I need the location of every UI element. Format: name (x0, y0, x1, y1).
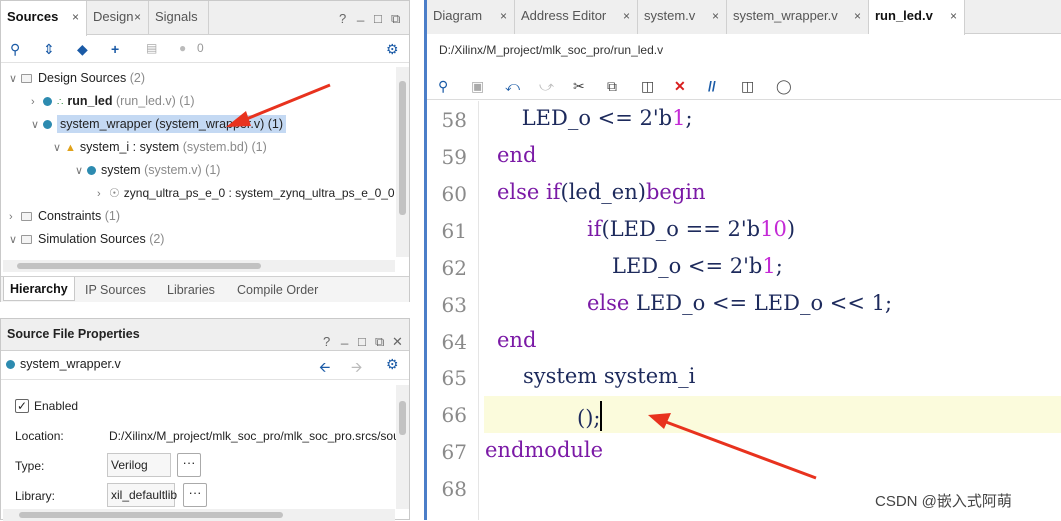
arrow-to-cursor (648, 413, 817, 480)
arrow-to-system-wrapper (226, 83, 331, 127)
annotation-arrows (226, 83, 817, 480)
